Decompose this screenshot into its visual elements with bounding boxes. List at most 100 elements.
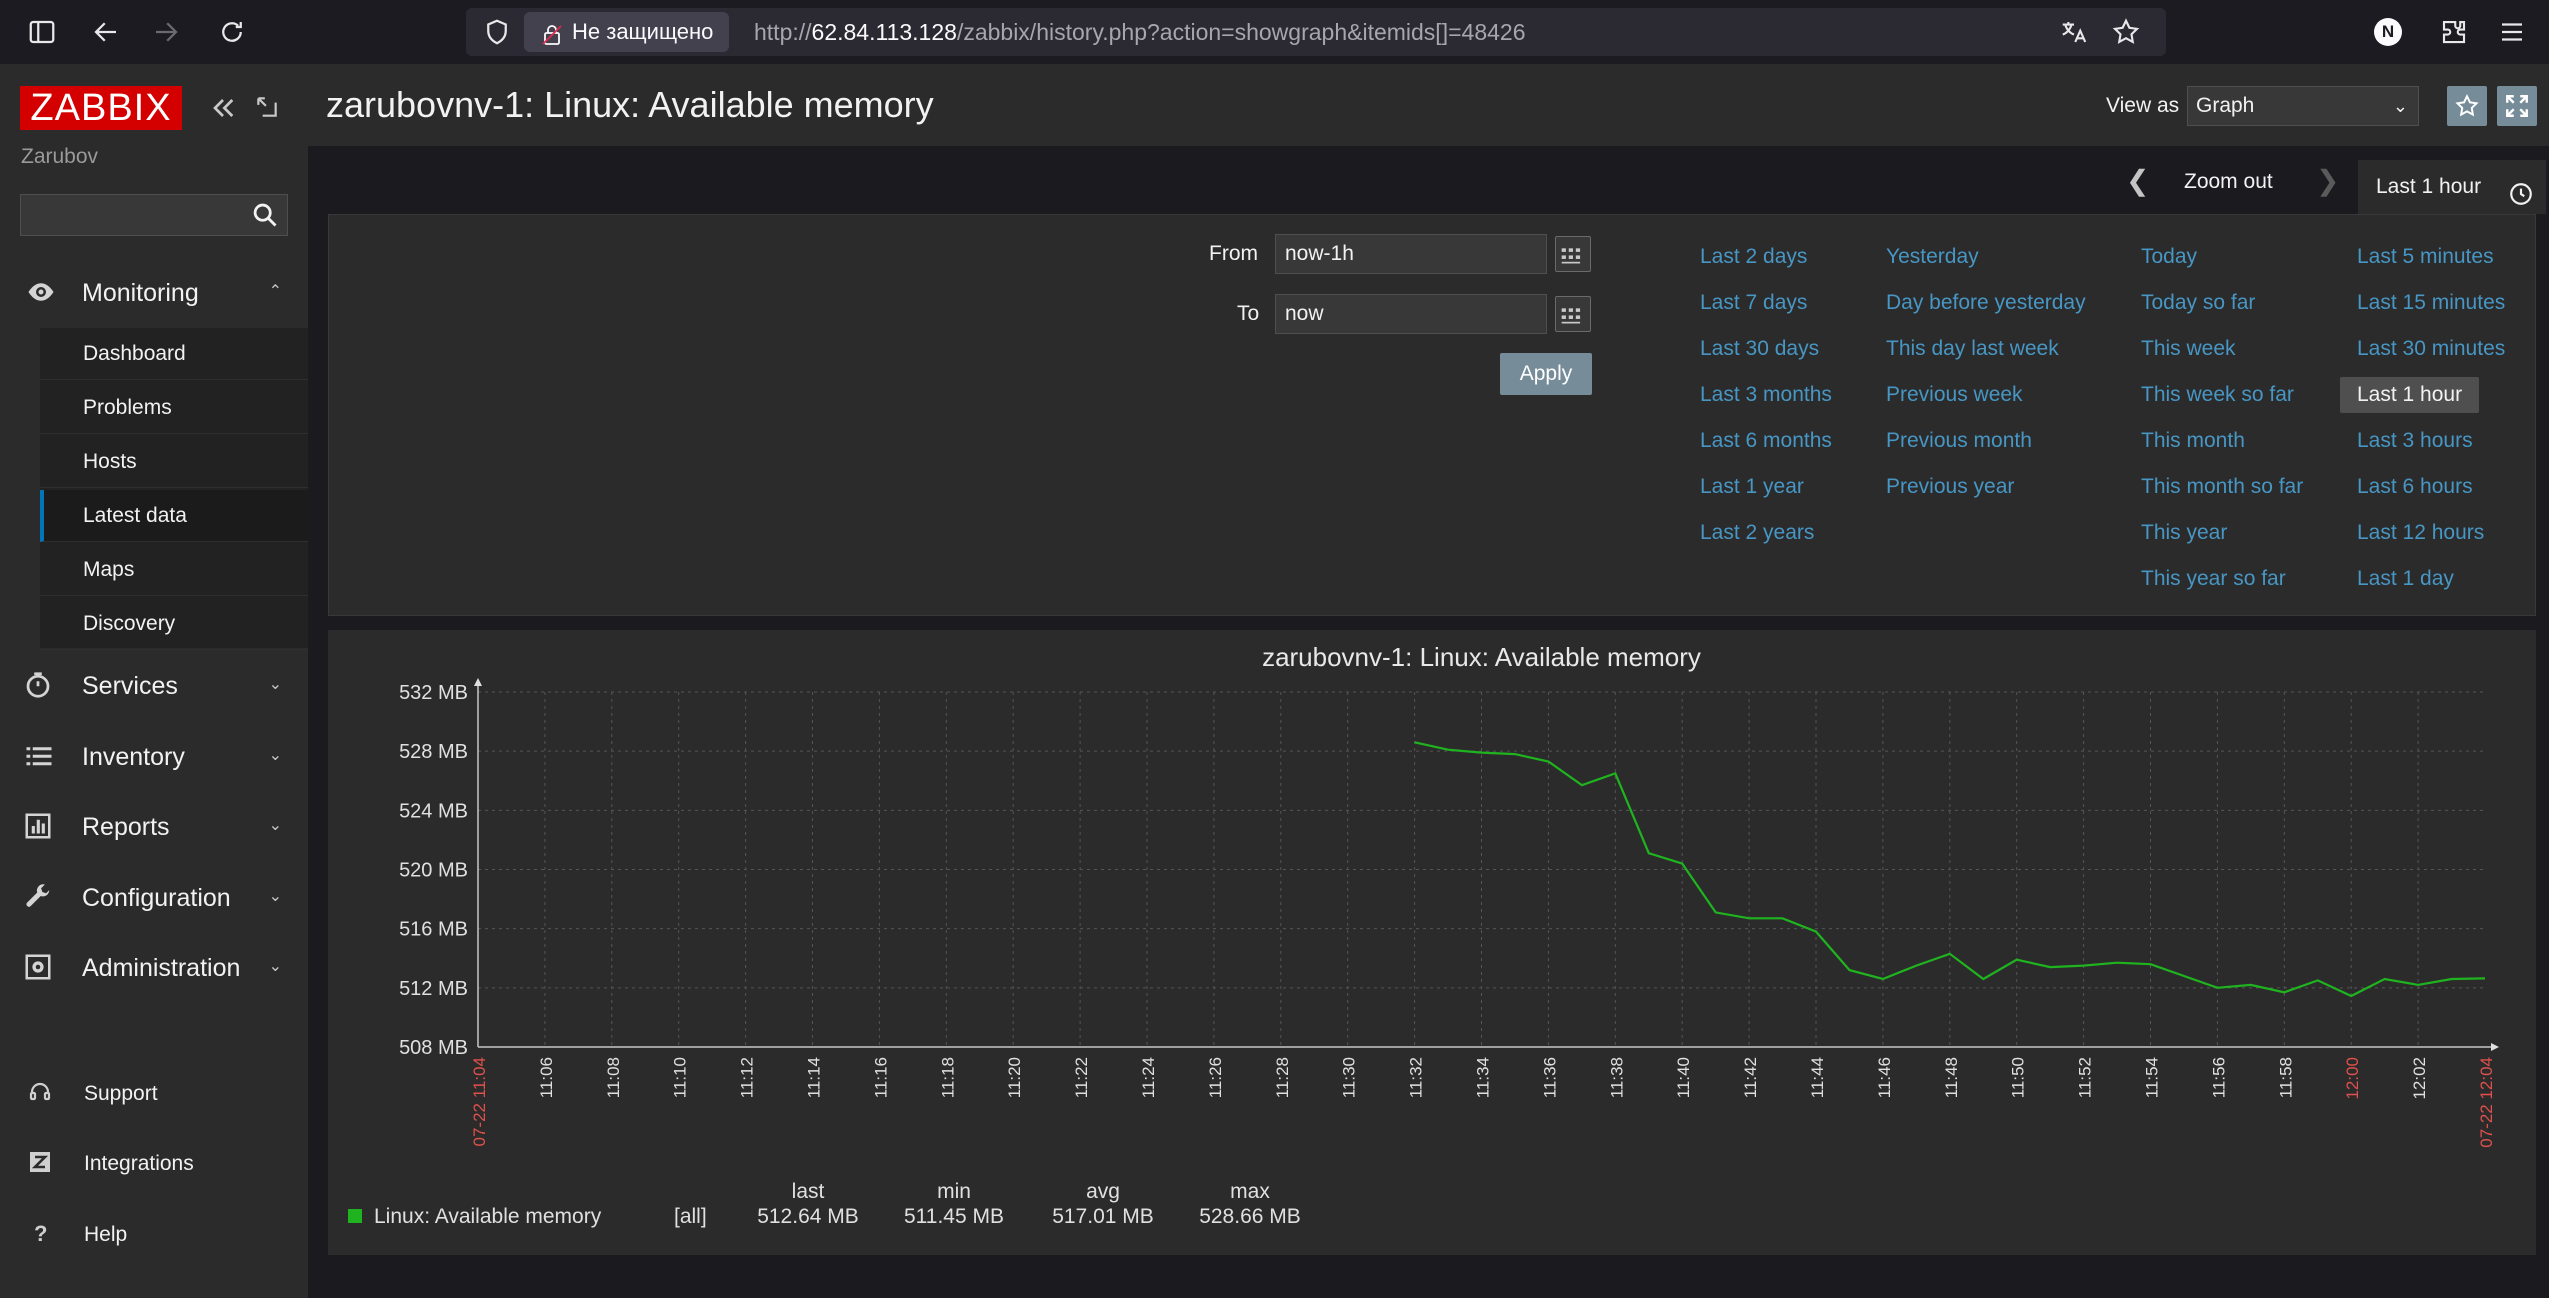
x-tick-label: 11:56 <box>2209 1057 2228 1098</box>
footer-help[interactable]: ? Help <box>0 1211 308 1259</box>
sidebar-toggle-icon[interactable] <box>24 14 60 50</box>
x-tick-label: 11:50 <box>2009 1057 2028 1098</box>
quick-range-last-2-days[interactable]: Last 2 days <box>1700 245 1807 269</box>
time-forward-chevron-icon[interactable]: ❯ <box>2316 164 2339 197</box>
time-back-chevron-icon[interactable]: ❮ <box>2126 164 2149 197</box>
quick-range-previous-week[interactable]: Previous week <box>1886 383 2023 407</box>
x-tick-label: 11:20 <box>1005 1057 1024 1098</box>
wrench-icon <box>22 882 56 912</box>
time-period-tab[interactable]: Last 1 hour <box>2358 160 2546 214</box>
x-tick-label: 11:40 <box>1674 1057 1693 1098</box>
extensions-icon[interactable] <box>2436 14 2472 50</box>
url-text[interactable]: http://62.84.113.128/zabbix/history.php?… <box>754 8 1525 56</box>
quick-range-last-2-years[interactable]: Last 2 years <box>1700 521 1814 545</box>
x-tick-label: 11:16 <box>871 1057 890 1098</box>
x-axis-arrow <box>2491 1043 2499 1051</box>
menu-monitoring[interactable]: Monitoring ⌃ <box>0 261 308 323</box>
quick-range-last-5-minutes[interactable]: Last 5 minutes <box>2357 245 2494 269</box>
zoom-out-button[interactable]: Zoom out <box>2184 170 2273 194</box>
quick-range-last-30-minutes[interactable]: Last 30 minutes <box>2357 337 2505 361</box>
quick-range-last-15-minutes[interactable]: Last 15 minutes <box>2357 291 2505 315</box>
menu-services[interactable]: Services ⌄ <box>0 654 308 716</box>
menu-hamburger-icon[interactable] <box>2494 14 2530 50</box>
submenu-item-dashboard[interactable]: Dashboard <box>40 328 308 380</box>
quick-range-last-12-hours[interactable]: Last 12 hours <box>2357 521 2484 545</box>
quick-range-today[interactable]: Today <box>2141 245 2197 269</box>
quick-range-last-1-hour[interactable]: Last 1 hour <box>2340 377 2480 413</box>
quick-range-this-year[interactable]: This year <box>2141 521 2227 545</box>
x-tick-label: 11:32 <box>1407 1057 1426 1098</box>
x-end-label: 07-22 12:04 <box>2477 1057 2496 1148</box>
x-tick-label: 11:18 <box>938 1057 957 1098</box>
footer-support-label: Support <box>84 1082 158 1105</box>
reload-icon[interactable] <box>214 14 250 50</box>
quick-range-this-week-so-far[interactable]: This week so far <box>2141 383 2294 407</box>
quick-range-last-3-hours[interactable]: Last 3 hours <box>2357 429 2473 453</box>
address-bar[interactable]: Не защищено http://62.84.113.128/zabbix/… <box>466 8 2166 56</box>
to-input[interactable]: now <box>1275 294 1547 334</box>
quick-range-this-week[interactable]: This week <box>2141 337 2236 361</box>
calendar-from-icon[interactable] <box>1555 236 1591 272</box>
y-tick-label: 532 MB <box>399 682 468 704</box>
y-tick-label: 512 MB <box>399 978 468 1000</box>
x-tick-label: 11:12 <box>738 1057 757 1098</box>
submenu-item-latest-data[interactable]: Latest data <box>40 490 308 542</box>
menu-configuration[interactable]: Configuration ⌄ <box>0 866 308 928</box>
quick-range-last-1-day[interactable]: Last 1 day <box>2357 567 2454 591</box>
quick-range-previous-month[interactable]: Previous month <box>1886 429 2032 453</box>
to-label: To <box>1237 302 1260 325</box>
chart-title: zarubovnv-1: Linux: Available memory <box>1262 642 1701 672</box>
menu-administration[interactable]: Administration ⌄ <box>0 936 308 998</box>
x-tick-label: 11:46 <box>1875 1057 1894 1098</box>
quick-range-this-month[interactable]: This month <box>2141 429 2245 453</box>
quick-range-this-day-last-week[interactable]: This day last week <box>1886 337 2059 361</box>
profile-avatar[interactable]: N <box>2374 18 2402 46</box>
submenu-item-maps[interactable]: Maps <box>40 544 308 596</box>
kiosk-mode-icon[interactable] <box>254 94 280 120</box>
back-icon[interactable] <box>88 14 124 50</box>
quick-range-last-6-hours[interactable]: Last 6 hours <box>2357 475 2473 499</box>
quick-range-last-1-year[interactable]: Last 1 year <box>1700 475 1804 499</box>
favorite-star-button[interactable] <box>2447 86 2487 126</box>
apply-button[interactable]: Apply <box>1500 353 1592 395</box>
menu-reports[interactable]: Reports ⌄ <box>0 795 308 857</box>
quick-range-last-3-months[interactable]: Last 3 months <box>1700 383 1832 407</box>
submenu-item-problems[interactable]: Problems <box>40 382 308 434</box>
y-tick-label: 520 MB <box>399 860 468 882</box>
footer-help-label: Help <box>84 1223 128 1246</box>
quick-range-day-before-yesterday[interactable]: Day before yesterday <box>1886 291 2086 315</box>
quick-range-yesterday[interactable]: Yesterday <box>1886 245 1979 269</box>
menu-inventory[interactable]: Inventory ⌄ <box>0 725 308 787</box>
available-memory-chart: zarubovnv-1: Linux: Available memory 532 … <box>348 642 2499 1228</box>
page-header: zarubovnv-1: Linux: Available memory Vie… <box>308 64 2549 146</box>
quick-range-today-so-far[interactable]: Today so far <box>2141 291 2255 315</box>
legend-header-avg: avg <box>1086 1180 1120 1203</box>
quick-range-last-7-days[interactable]: Last 7 days <box>1700 291 1807 315</box>
submenu-item-hosts[interactable]: Hosts <box>40 436 308 488</box>
integrations-z-icon <box>28 1150 56 1178</box>
forward-icon[interactable] <box>148 14 184 50</box>
footer-support[interactable]: Support <box>0 1070 308 1118</box>
zabbix-logo[interactable]: ZABBIX <box>20 86 182 130</box>
collapse-sidebar-icon[interactable] <box>206 92 240 124</box>
quick-range-previous-year[interactable]: Previous year <box>1886 475 2014 499</box>
quick-range-this-month-so-far[interactable]: This month so far <box>2141 475 2303 499</box>
x-tick-label: 12:00 <box>2343 1057 2362 1100</box>
search-icon[interactable] <box>251 201 279 229</box>
from-input[interactable]: now-1h <box>1275 234 1547 274</box>
shield-icon[interactable] <box>482 14 512 50</box>
security-badge[interactable]: Не защищено <box>524 12 730 52</box>
bookmark-star-icon[interactable] <box>2108 14 2144 50</box>
submenu-item-discovery[interactable]: Discovery <box>40 598 308 650</box>
quick-range-last-30-days[interactable]: Last 30 days <box>1700 337 1819 361</box>
calendar-to-icon[interactable] <box>1555 296 1591 332</box>
quick-range-this-year-so-far[interactable]: This year so far <box>2141 567 2286 591</box>
quick-range-last-6-months[interactable]: Last 6 months <box>1700 429 1832 453</box>
chevron-down-icon: ⌄ <box>268 676 282 693</box>
sidebar-search-input[interactable] <box>20 194 288 236</box>
translate-icon[interactable] <box>2056 14 2092 50</box>
chevron-down-icon: ⌄ <box>268 747 282 764</box>
footer-integrations[interactable]: Integrations <box>0 1140 308 1188</box>
fullscreen-button[interactable] <box>2497 86 2537 126</box>
view-as-select[interactable]: Graph ⌄ <box>2187 86 2419 126</box>
